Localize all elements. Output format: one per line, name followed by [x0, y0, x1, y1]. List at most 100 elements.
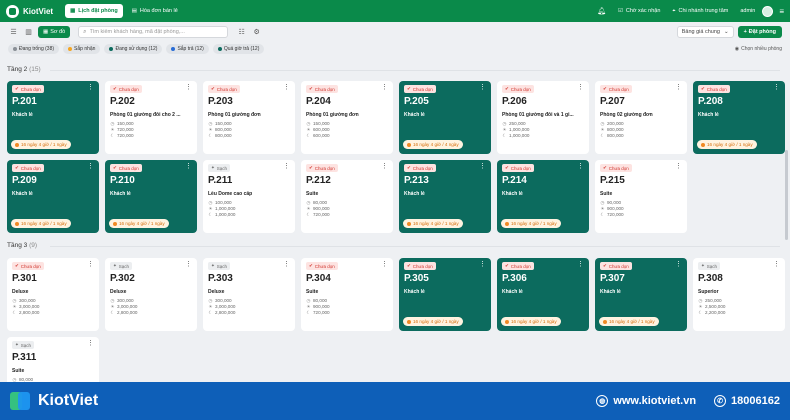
- filter-chip-overdue[interactable]: Quá giờ trả (12): [212, 44, 265, 54]
- room-card[interactable]: ✔ Chưa dọn ⋮ P.208 Khách lẻ 16 ngày 4 giờ…: [693, 81, 785, 154]
- price-list-select[interactable]: Bảng giá chung ⌄: [676, 26, 734, 38]
- room-card[interactable]: ✔ Chưa dọn ⋮ P.304 Suite ◷ 80,000 ☀ 900,000 ☾ 7…: [301, 258, 393, 331]
- more-options-icon[interactable]: ⋮: [577, 261, 584, 268]
- room-card[interactable]: ✔ Chưa dọn ⋮ P.213 Khách lẻ 16 ngày 4 giờ…: [399, 160, 491, 233]
- footer-website[interactable]: ◍ www.kiotviet.vn: [596, 395, 696, 407]
- room-card[interactable]: ✦ Sạch ⋮ P.211 Lều Dome cao cấp ◷ 100,000 ☀ 1…: [203, 160, 295, 233]
- more-options-icon[interactable]: ⋮: [577, 163, 584, 170]
- more-options-icon[interactable]: ⋮: [87, 163, 94, 170]
- filter-chip-arriving[interactable]: Sắp nhận: [63, 44, 101, 54]
- footer-banner: KiotViet ◍ www.kiotviet.vn ✆ 18006162: [0, 382, 790, 420]
- broom-icon: ✔: [603, 86, 607, 91]
- filter-icon[interactable]: ☷: [236, 27, 247, 38]
- more-options-icon[interactable]: ⋮: [381, 84, 388, 91]
- status-badge: ✔ Chưa dọn: [12, 262, 44, 270]
- top-nav-bar: KiotViet ▦ Lịch đặt phòng ▤ Hóa đơn bán …: [0, 0, 790, 22]
- room-number: P.208: [698, 96, 723, 107]
- user-menu[interactable]: admin: [740, 5, 774, 17]
- filter-chip-checkout-soon[interactable]: Sắp trả (12): [166, 44, 209, 54]
- room-card[interactable]: ✦ Sạch ⋮ P.302 Deluxe ◷ 300,000 ☀ 3,000,000 ☾ 2…: [105, 258, 197, 331]
- more-options-icon[interactable]: ⋮: [381, 163, 388, 170]
- room-type: Superior: [698, 289, 719, 295]
- more-options-icon[interactable]: ⋮: [479, 163, 486, 170]
- more-options-icon[interactable]: ⋮: [185, 261, 192, 268]
- room-card[interactable]: ✔ Chưa dọn ⋮ P.206 Phòng 01 giường đôi và…: [497, 81, 589, 154]
- room-card[interactable]: ✔ Chưa dọn ⋮ P.215 Suite ◷ 90,000 ☀ 900,000 ☾ 7…: [595, 160, 687, 233]
- floor-plan-view-button[interactable]: ▦ Sơ đồ: [38, 26, 71, 38]
- filter-chip-vacant[interactable]: Đang trống (38): [8, 44, 60, 54]
- more-options-icon[interactable]: ⋮: [87, 261, 94, 268]
- status-badge: ✦ Sạch: [110, 262, 133, 270]
- room-card[interactable]: ✔ Chưa dọn ⋮ P.202 Phòng 01 giường đôi ch…: [105, 81, 197, 154]
- more-options-icon[interactable]: ⋮: [87, 340, 94, 347]
- grid-view-icon[interactable]: ▥: [23, 27, 34, 38]
- tab-retail-invoice[interactable]: ▤ Hóa đơn bán lẻ: [127, 4, 183, 18]
- scrollbar[interactable]: [785, 150, 788, 240]
- room-card[interactable]: ✔ Chưa dọn ⋮ P.212 Suite ◷ 80,000 ☀ 900,000 ☾ 7…: [301, 160, 393, 233]
- more-options-icon[interactable]: ⋮: [675, 261, 682, 268]
- room-type: Phòng 01 giường đôi cho 2 ...: [110, 112, 181, 118]
- list-view-icon[interactable]: ☰: [8, 27, 19, 38]
- more-options-icon[interactable]: ⋮: [283, 163, 290, 170]
- room-card[interactable]: ✦ Sạch ⋮ P.308 Superior ◷ 250,000 ☀ 2,500,000…: [693, 258, 785, 331]
- footer-phone[interactable]: ✆ 18006162: [714, 395, 780, 407]
- room-card[interactable]: ✔ Chưa dọn ⋮ P.214 Khách lẻ 16 ngày 4 giờ…: [497, 160, 589, 233]
- price-list: ◷ 80,000 ☀ 900,000 ☾ 720,000: [306, 298, 388, 316]
- bell-icon[interactable]: 🔔︎: [597, 7, 606, 15]
- room-number: P.205: [404, 96, 429, 107]
- more-options-icon[interactable]: ⋮: [185, 163, 192, 170]
- tab-booking-calendar[interactable]: ▦ Lịch đặt phòng: [65, 4, 123, 18]
- add-booking-button[interactable]: + Đặt phòng: [737, 26, 782, 38]
- room-card[interactable]: ✔ Chưa dọn ⋮ P.305 Khách lẻ 16 ngày 4 giờ…: [399, 258, 491, 331]
- stay-duration: 16 ngày 4 giờ / 1 ngày: [403, 219, 463, 228]
- pending-confirm-button[interactable]: ☑ Chờ xác nhận: [618, 8, 660, 14]
- menu-icon[interactable]: ≡: [779, 7, 784, 16]
- room-card[interactable]: ✦ Sạch ⋮ P.303 Deluxe ◷ 300,000 ☀ 3,000,000 ☾ 2…: [203, 258, 295, 331]
- room-card[interactable]: ✔ Chưa dọn ⋮ P.201 Khách lẻ 16 ngày 4 giờ…: [7, 81, 99, 154]
- sparkle-icon: ✦: [211, 263, 215, 268]
- room-card[interactable]: ✔ Chưa dọn ⋮ P.307 Khách lẻ 16 ngày 4 giờ…: [595, 258, 687, 331]
- room-card[interactable]: ✔ Chưa dọn ⋮ P.204 Phòng 01 giường đơn ◷ 15…: [301, 81, 393, 154]
- footer-brand: KiotViet: [38, 392, 99, 409]
- branch-selector[interactable]: ⌖ Chi nhánh trung tâm: [672, 8, 728, 15]
- price-row: ☾ 2,800,000: [110, 310, 138, 315]
- moon-icon: ☾: [110, 133, 115, 138]
- more-options-icon[interactable]: ⋮: [773, 261, 780, 268]
- moon-icon: ☾: [600, 133, 605, 138]
- floor-heading: Tầng 3 (9): [7, 242, 38, 249]
- room-card[interactable]: ✔ Chưa dọn ⋮ P.301 Deluxe ◷ 300,000 ☀ 3,000,0…: [7, 258, 99, 331]
- more-options-icon[interactable]: ⋮: [577, 84, 584, 91]
- more-options-icon[interactable]: ⋮: [675, 84, 682, 91]
- search-icon: ⌕: [83, 28, 87, 35]
- settings-icon[interactable]: ⚙: [251, 27, 262, 38]
- guest-name: Khách lẻ: [110, 191, 131, 197]
- search-input[interactable]: [89, 29, 220, 35]
- room-number: P.306: [502, 273, 527, 284]
- more-options-icon[interactable]: ⋮: [773, 84, 780, 91]
- broom-icon: ✔: [113, 86, 117, 91]
- room-card[interactable]: ✔ Chưa dọn ⋮ P.207 Phòng 02 giường đơn ◷ 20…: [595, 81, 687, 154]
- clock-dot-icon: [505, 221, 509, 226]
- room-card[interactable]: ✔ Chưa dọn ⋮ P.210 Khách lẻ 16 ngày 4 giờ…: [105, 160, 197, 233]
- more-options-icon[interactable]: ⋮: [675, 163, 682, 170]
- more-options-icon[interactable]: ⋮: [283, 261, 290, 268]
- room-card[interactable]: ✔ Chưa dọn ⋮ P.203 Phòng 01 giường đơn ◷ 15…: [203, 81, 295, 154]
- divider: [50, 70, 780, 71]
- more-options-icon[interactable]: ⋮: [381, 261, 388, 268]
- more-options-icon[interactable]: ⋮: [185, 84, 192, 91]
- room-card[interactable]: ✔ Chưa dọn ⋮ P.209 Khách lẻ 16 ngày 4 giờ…: [7, 160, 99, 233]
- more-options-icon[interactable]: ⋮: [479, 261, 486, 268]
- price-list: ◷ 300,000 ☀ 3,000,000 ☾ 2,800,000: [12, 298, 94, 316]
- room-card[interactable]: ✔ Chưa dọn ⋮ P.306 Khách lẻ 16 ngày 4 giờ…: [497, 258, 589, 331]
- filter-chip-in-use[interactable]: Đang sử dụng (12): [104, 44, 163, 54]
- stay-duration: 16 ngày 4 giờ / 1 ngày: [501, 317, 561, 326]
- more-options-icon[interactable]: ⋮: [87, 84, 94, 91]
- room-type: Phòng 01 giường đôi và 1 gi...: [502, 112, 574, 118]
- search-box[interactable]: ⌕: [78, 26, 229, 38]
- select-multiple-rooms[interactable]: ◉ Chọn nhiều phòng: [735, 46, 782, 52]
- globe-icon: ◍: [596, 395, 609, 407]
- room-number: P.303: [208, 273, 233, 284]
- more-options-icon[interactable]: ⋮: [283, 84, 290, 91]
- room-card[interactable]: ✔ Chưa dọn ⋮ P.205 Khách lẻ 16 ngày 4 giờ…: [399, 81, 491, 154]
- more-options-icon[interactable]: ⋮: [479, 84, 486, 91]
